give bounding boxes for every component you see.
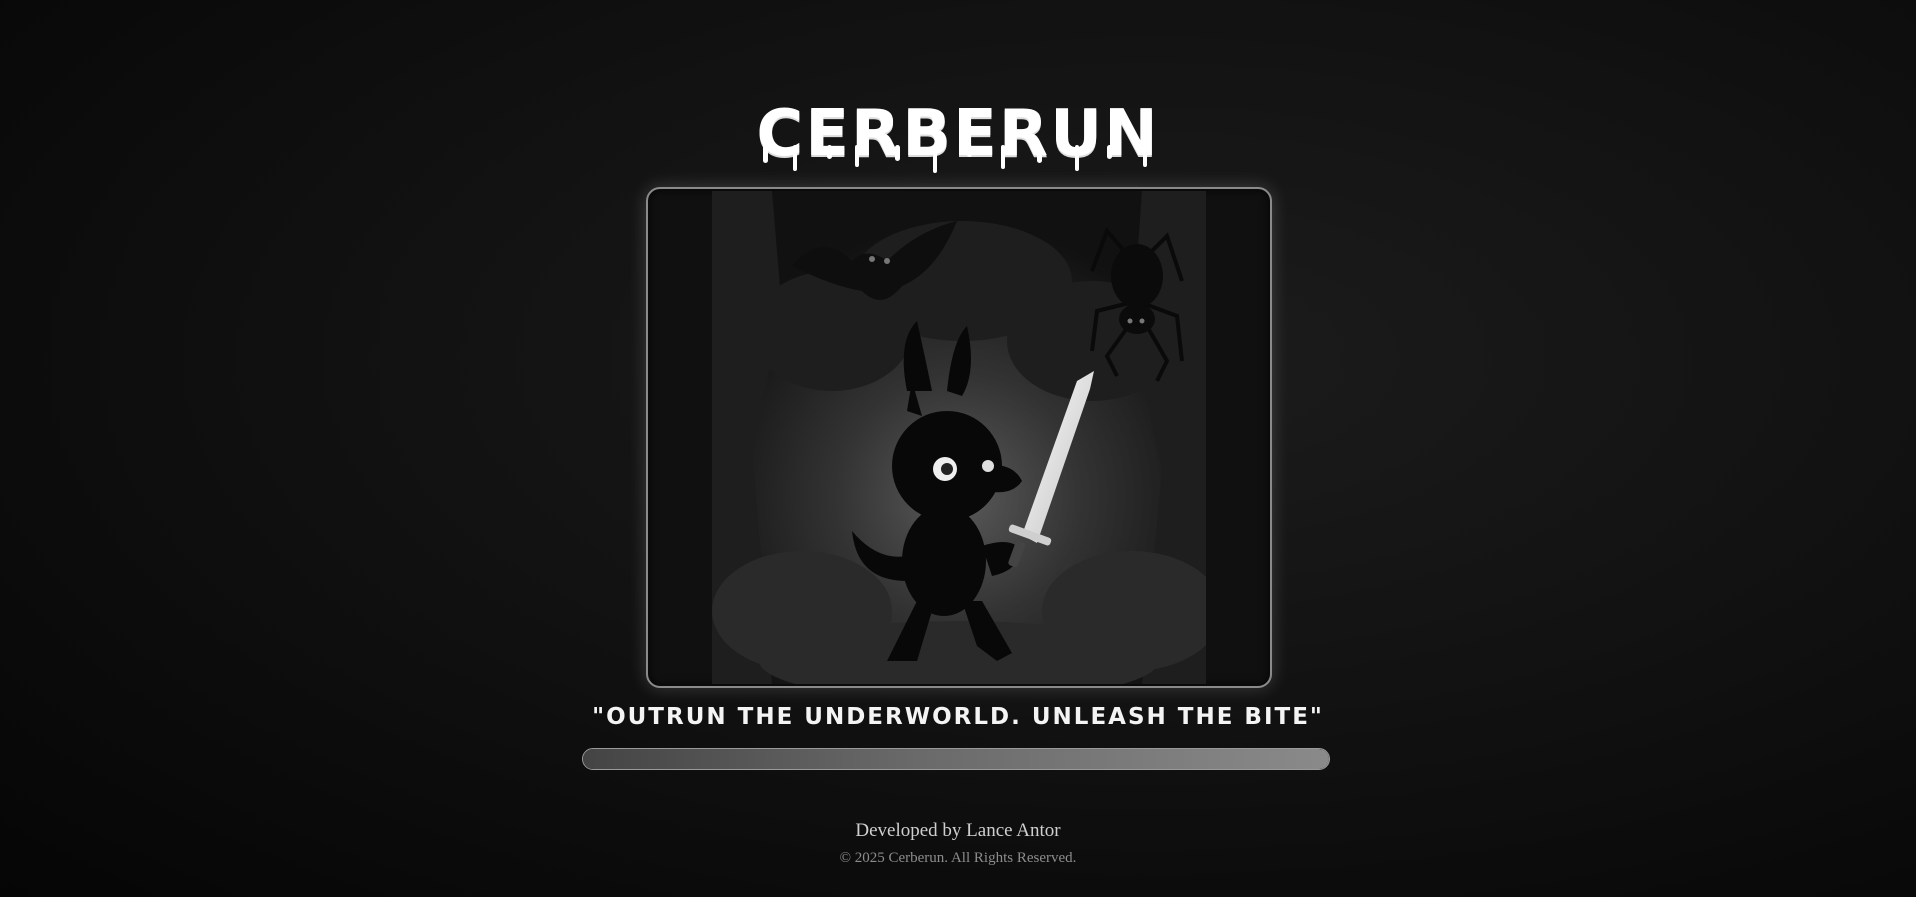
loading-bar [582,748,1330,770]
developer-credit: Developed by Lance Antor [855,820,1061,841]
loading-bar-fill [583,749,1329,769]
splash-screen: CERBERUN "OUTRUN THE UNDERWORLD. UNLEASH… [0,0,1916,897]
copyright-notice: © 2025 Cerberun. All Rights Reserved. [839,850,1077,866]
title-drips-decoration [763,145,1147,173]
game-tagline: "OUTRUN THE UNDERWORLD. UNLEASH THE BITE… [592,704,1324,730]
artwork-frame [646,187,1272,688]
dog-with-sword-illustration [712,191,1206,684]
